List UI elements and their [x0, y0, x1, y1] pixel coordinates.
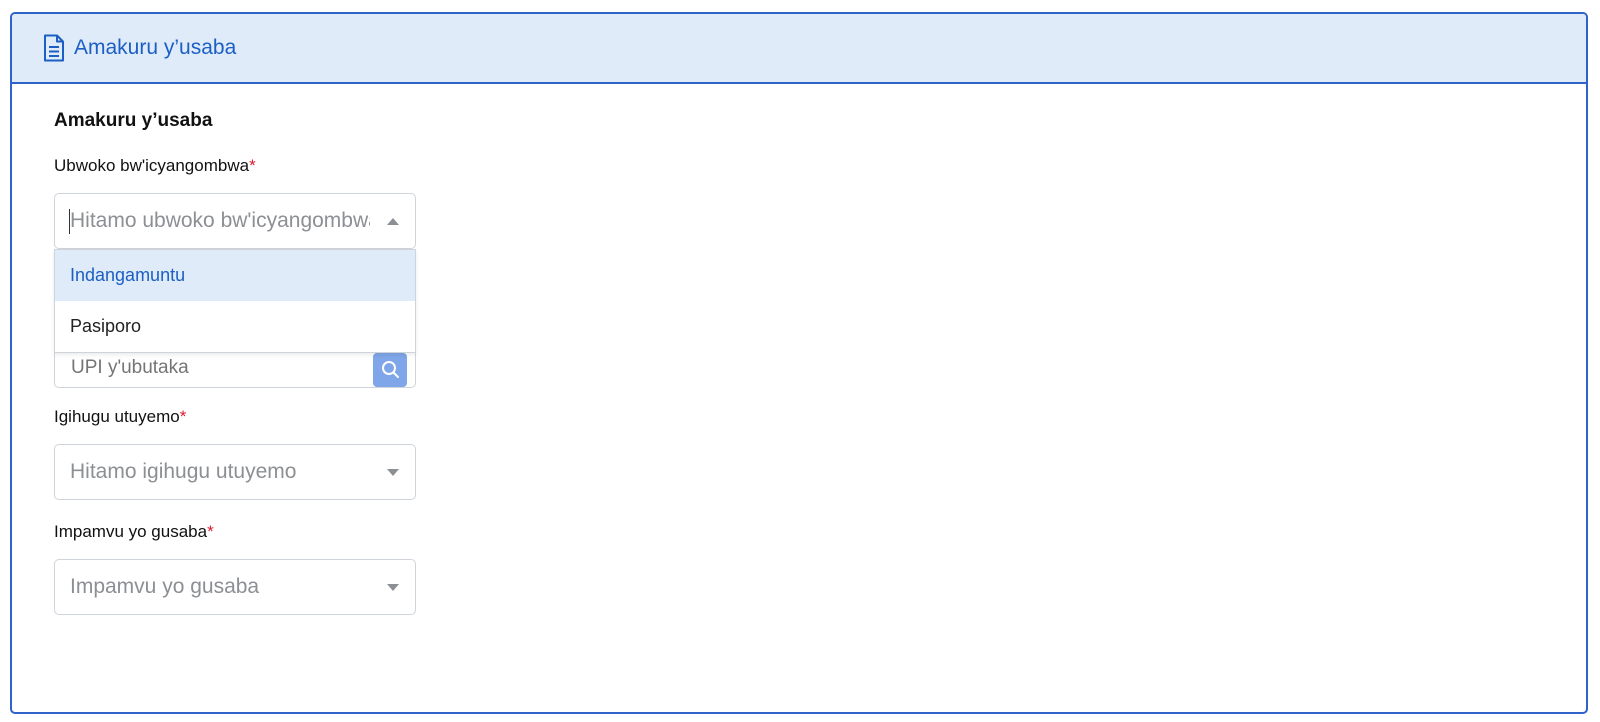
search-icon	[382, 361, 399, 378]
country-select[interactable]: Hitamo igihugu utuyemo	[54, 444, 416, 500]
upi-search-button[interactable]	[373, 353, 407, 387]
dropdown-option-indangamuntu[interactable]: Indangamuntu	[55, 250, 415, 301]
id-type-dropdown-menu: Indangamuntu Pasiporo	[54, 249, 416, 353]
caret-up-icon[interactable]	[387, 218, 399, 225]
dropdown-option-pasiporo[interactable]: Pasiporo	[55, 301, 415, 352]
reason-placeholder: Impamvu yo gusaba	[70, 575, 260, 598]
country-label-text: Igihugu utuyemo	[54, 407, 180, 426]
reason-label-text: Impamvu yo gusaba	[54, 522, 208, 541]
upi-input[interactable]	[71, 357, 351, 379]
document-icon	[42, 34, 66, 62]
id-type-label: Ubwoko bw'icyangombwa*	[54, 156, 256, 176]
id-type-label-text: Ubwoko bw'icyangombwa	[54, 156, 250, 175]
id-type-select[interactable]: Hitamo ubwoko bw'icyangombwa	[54, 193, 416, 249]
reason-select[interactable]: Impamvu yo gusaba	[54, 559, 416, 615]
applicant-info-card: Amakuru y’usaba Amakuru y’usaba Ubwoko b…	[10, 12, 1588, 714]
country-placeholder: Hitamo igihugu utuyemo	[70, 460, 297, 483]
card-header: Amakuru y’usaba	[12, 14, 1586, 84]
section-title: Amakuru y’usaba	[54, 110, 213, 131]
id-type-placeholder: Hitamo ubwoko bw'icyangombwa	[70, 209, 370, 232]
caret-down-icon[interactable]	[387, 469, 399, 476]
card-header-title: Amakuru y’usaba	[74, 36, 237, 59]
reason-label: Impamvu yo gusaba*	[54, 522, 214, 542]
country-label: Igihugu utuyemo*	[54, 407, 186, 427]
required-mark: *	[207, 522, 214, 541]
caret-down-icon[interactable]	[387, 584, 399, 591]
required-mark: *	[179, 407, 187, 426]
required-mark: *	[249, 156, 256, 175]
